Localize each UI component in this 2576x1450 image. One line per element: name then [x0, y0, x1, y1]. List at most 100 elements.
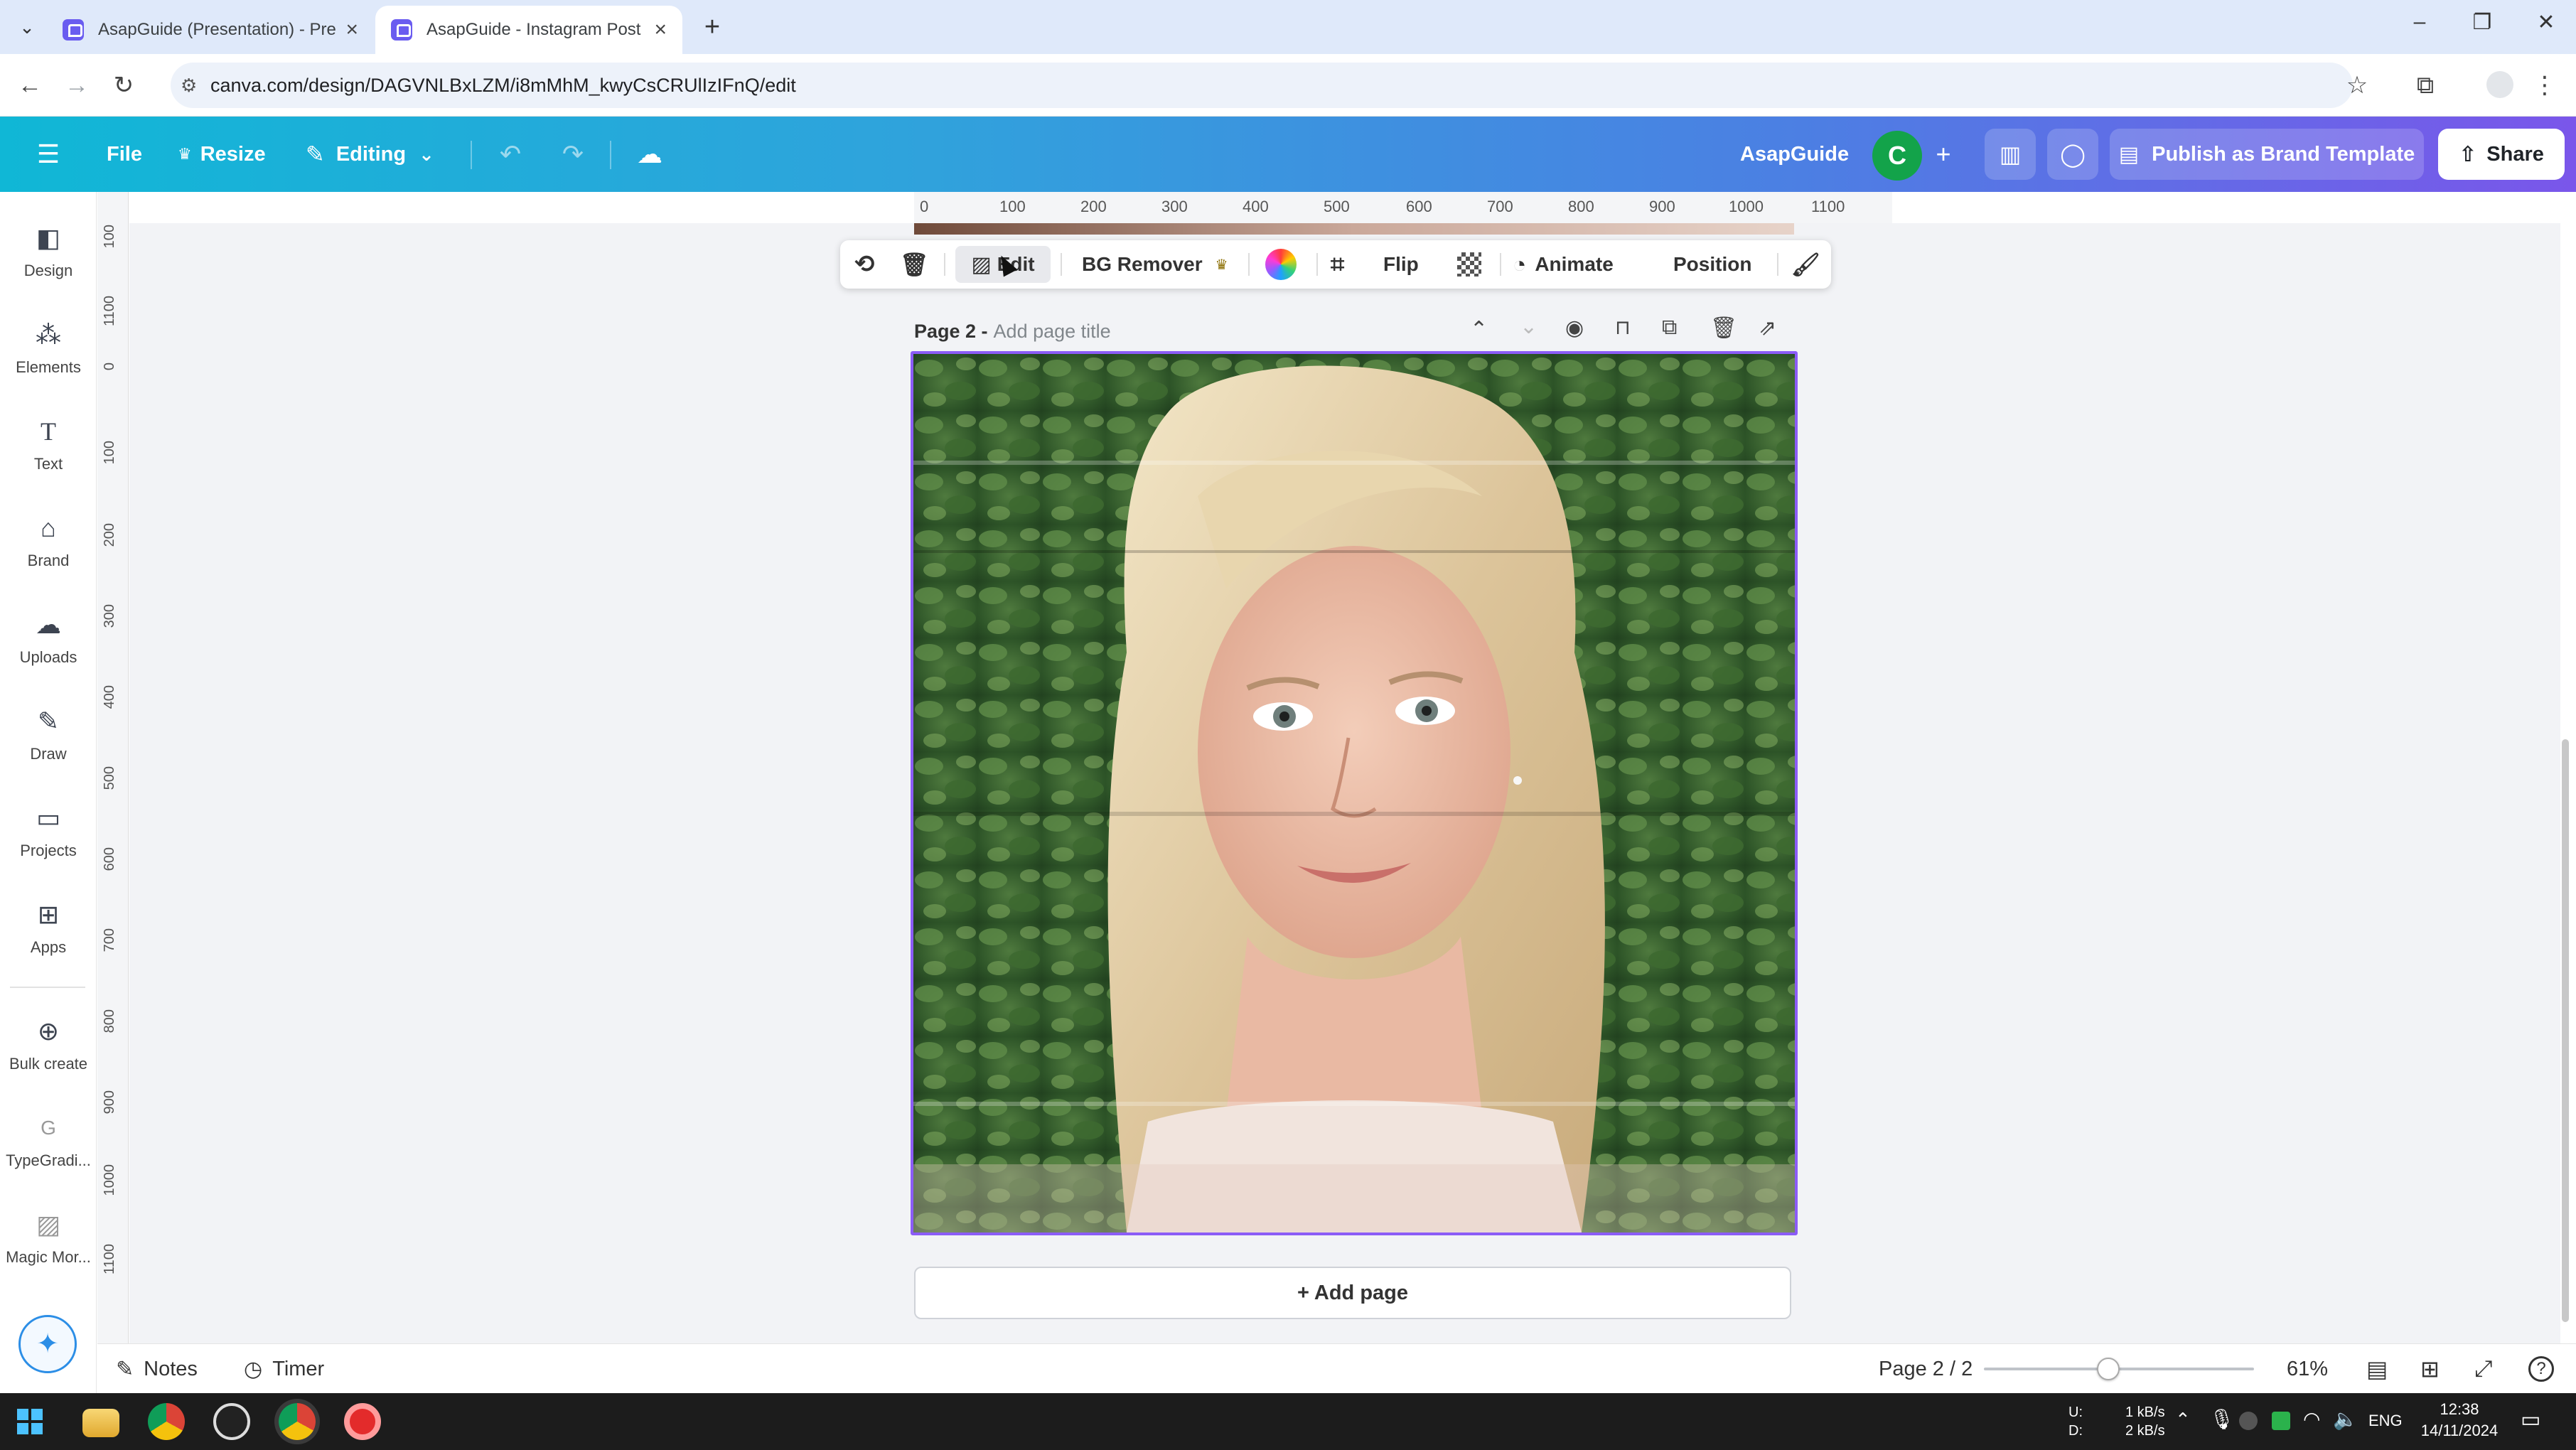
restore-icon[interactable]: ❐	[2461, 10, 2503, 35]
site-info-icon[interactable]: ⚙	[181, 63, 197, 108]
add-page-button[interactable]: + Add page	[914, 1267, 1791, 1319]
crop-icon[interactable]: ⌗	[1331, 240, 1344, 289]
close-tab-icon[interactable]: ×	[345, 18, 358, 42]
back-arrow-icon[interactable]: ←	[13, 68, 47, 102]
undo-icon[interactable]: ↶	[495, 139, 526, 170]
grid-view-icon[interactable]: ⊞	[2420, 1344, 2440, 1394]
editing-mode-dropdown[interactable]: ✎ Editing ⌄	[306, 117, 434, 192]
page-up-chevron-icon[interactable]: ⌃	[1470, 317, 1488, 342]
chrome-active-icon[interactable]	[279, 1403, 316, 1440]
reload-icon[interactable]: ↻	[107, 68, 141, 102]
language-indicator[interactable]: ENG	[2368, 1412, 2403, 1430]
bg-remover-button[interactable]: BG Remover ♛	[1082, 240, 1228, 289]
zoom-slider-thumb[interactable]	[2096, 1358, 2120, 1380]
pages-view-icon[interactable]: ▤	[2366, 1344, 2388, 1394]
checker-pattern	[1457, 252, 1481, 276]
portrait-photo[interactable]	[913, 354, 1795, 1232]
volume-icon[interactable]: 🔈	[2333, 1407, 2358, 1431]
new-tab-button[interactable]: +	[697, 11, 728, 43]
replace-image-icon[interactable]: ⟲	[854, 240, 875, 289]
page-down-chevron-icon[interactable]: ⌄	[1520, 314, 1537, 339]
ruler-tick: 500	[102, 766, 117, 790]
sidebar-item-label: Magic Mor...	[6, 1248, 91, 1266]
tray-chevron-icon[interactable]: ⌃	[2175, 1409, 2191, 1431]
analytics-button[interactable]: ▥	[1985, 129, 2036, 180]
sidebar-item-apps[interactable]: ⊞ Apps	[0, 900, 97, 957]
chrome-icon[interactable]	[148, 1403, 185, 1440]
magic-assistant-button[interactable]: ✦	[18, 1315, 77, 1373]
position-button[interactable]: Position	[1673, 240, 1751, 289]
sidebar-item-brand[interactable]: ⌂ Brand	[0, 513, 97, 570]
design-page-canvas[interactable]	[911, 351, 1798, 1235]
share-button[interactable]: ⇧ Share	[2438, 129, 2565, 180]
delete-icon[interactable]: 🗑	[900, 240, 929, 289]
resize-button[interactable]: ♛ Resize	[178, 117, 266, 192]
timer-button[interactable]: ◷ Timer	[244, 1344, 324, 1394]
profile-avatar[interactable]	[2486, 71, 2513, 98]
left-sidebar: ◧ Design ⁂ Elements T Text ⌂ Brand ☁ Upl…	[0, 192, 97, 1393]
duplicate-page-icon[interactable]: ⧉	[1662, 316, 1677, 340]
transparency-icon[interactable]	[1457, 240, 1481, 289]
file-explorer-icon[interactable]	[82, 1409, 119, 1437]
user-avatar[interactable]: C	[1872, 131, 1922, 181]
extensions-icon[interactable]: ⧉	[2408, 68, 2442, 102]
tray-app-icon[interactable]	[2239, 1412, 2258, 1430]
sidebar-item-label: TypeGradi...	[6, 1151, 91, 1169]
file-menu-button[interactable]: File	[107, 117, 142, 192]
flip-button[interactable]: Flip	[1383, 240, 1419, 289]
cloud-saved-icon[interactable]: ☁	[634, 139, 665, 170]
color-adjust-button[interactable]	[1265, 240, 1297, 289]
zoom-percentage[interactable]: 61%	[2287, 1344, 2328, 1394]
page-indicator[interactable]: Page 2 / 2	[1879, 1344, 1973, 1394]
notifications-icon[interactable]: ▭	[2521, 1407, 2540, 1432]
app-icon[interactable]	[213, 1403, 250, 1440]
sidebar-item-elements[interactable]: ⁂ Elements	[0, 320, 97, 377]
help-icon[interactable]: ?	[2528, 1344, 2554, 1394]
fullscreen-icon[interactable]: ⤢	[2474, 1344, 2493, 1394]
sidebar-item-projects[interactable]: ▭ Projects	[0, 803, 97, 860]
comments-button[interactable]: ◯	[2047, 129, 2098, 180]
browser-tab[interactable]: AsapGuide (Presentation) - Pre ×	[47, 6, 374, 54]
sidebar-item-typegradient[interactable]: G TypeGradi...	[0, 1113, 97, 1170]
close-window-icon[interactable]: ✕	[2525, 10, 2567, 35]
toolbar-divider	[1061, 253, 1062, 276]
copy-style-paint-roller-icon[interactable]: 🖌	[1791, 240, 1820, 289]
forward-arrow-icon[interactable]: →	[60, 68, 94, 102]
invite-plus-icon[interactable]: +	[1928, 139, 1959, 170]
tray-green-icon[interactable]	[2272, 1412, 2290, 1430]
publish-brand-template-button[interactable]: ▤ Publish as Brand Template	[2110, 129, 2424, 180]
delete-page-icon[interactable]: 🗑	[1710, 316, 1737, 340]
browser-tab-active[interactable]: AsapGuide - Instagram Post ×	[375, 6, 682, 54]
windows-start-icon[interactable]	[11, 1403, 48, 1440]
lock-page-icon[interactable]: ⊓	[1615, 316, 1631, 339]
sidebar-item-magic-morph[interactable]: ▨ Magic Mor...	[0, 1210, 97, 1267]
microphone-icon[interactable]: 🎙	[2209, 1407, 2235, 1431]
hamburger-menu-icon[interactable]: ☰	[33, 139, 64, 170]
hide-page-icon[interactable]: ◉	[1565, 316, 1584, 340]
add-page-share-icon[interactable]: ⇗	[1759, 316, 1776, 340]
ruler-tick: 700	[1487, 198, 1513, 215]
bookmark-star-icon[interactable]: ☆	[2340, 68, 2374, 102]
page-title-input[interactable]: Add page title	[994, 321, 1111, 343]
tab-search-button[interactable]: ⌄	[13, 13, 41, 41]
sidebar-item-uploads[interactable]: ☁ Uploads	[0, 610, 97, 667]
sidebar-item-bulk-create[interactable]: ⊕ Bulk create	[0, 1016, 97, 1073]
timer-label: Timer	[272, 1357, 325, 1380]
ruler-tick: 100	[999, 198, 1026, 215]
browser-menu-icon[interactable]: ⋮	[2528, 68, 2562, 102]
sidebar-item-draw[interactable]: ✎ Draw	[0, 707, 97, 763]
clock[interactable]: 12:38 14/11/2024	[2418, 1399, 2501, 1441]
sidebar-item-design[interactable]: ◧ Design	[0, 223, 97, 280]
recorder-icon[interactable]	[344, 1403, 381, 1440]
sidebar-item-text[interactable]: T Text	[0, 417, 97, 473]
workspace-name[interactable]: AsapGuide	[1740, 117, 1849, 192]
close-tab-icon[interactable]: ×	[654, 18, 667, 42]
zoom-slider-track[interactable]	[1984, 1358, 2254, 1380]
animate-button[interactable]: ◔ Animate	[1513, 240, 1614, 289]
wifi-icon[interactable]: ◠	[2303, 1407, 2320, 1431]
redo-icon[interactable]: ↷	[557, 139, 589, 170]
vertical-scrollbar[interactable]	[2562, 739, 2569, 1322]
notes-button[interactable]: ✎ Notes	[116, 1344, 198, 1394]
url-field[interactable]: ⚙ canva.com/design/DAGVNLBxLZM/i8mMhM_kw…	[171, 63, 2353, 108]
minimize-icon[interactable]: –	[2398, 10, 2441, 34]
